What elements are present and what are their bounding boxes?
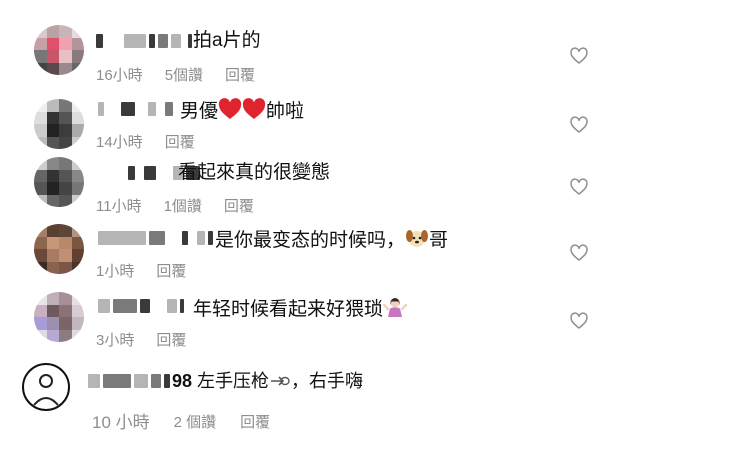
comment-time: 3小時 — [96, 332, 135, 349]
reply-button[interactable]: 回覆 — [240, 414, 270, 432]
comment-text-part: ，右手嗨 — [291, 371, 364, 391]
like-heart-icon[interactable] — [569, 46, 589, 66]
comment-text: 98 左手压枪 ，右手嗨 — [172, 370, 363, 395]
avatar[interactable] — [34, 224, 84, 274]
reply-button[interactable]: 回覆 — [156, 332, 186, 350]
like-count-button[interactable]: 5個讚 — [165, 67, 203, 85]
comment-text-part: 哥 — [429, 230, 449, 251]
comment-text-part: 男優 — [180, 101, 219, 122]
username-redacted[interactable] — [98, 228, 213, 248]
comment-text-part: 帥啦 — [266, 101, 305, 122]
comment-meta: 1小時 回覆 — [96, 263, 186, 281]
username-redacted[interactable] — [96, 31, 192, 51]
username-redacted[interactable] — [98, 296, 184, 316]
comment-item: 是你最变态的时候吗， 哥 1小時 回覆 — [0, 218, 744, 284]
comment-time: 10 小時 — [92, 413, 150, 432]
comment-text-part: 年轻时候看起来好猥琐 — [193, 299, 384, 320]
comment-time: 16小時 — [96, 67, 143, 84]
comment-time: 1小時 — [96, 263, 135, 280]
comment-meta: 3小時 回覆 — [96, 332, 186, 350]
avatar[interactable] — [34, 157, 84, 207]
reply-button[interactable]: 回覆 — [165, 134, 195, 152]
comment-text: 年轻时候看起来好猥琐 — [193, 296, 408, 324]
avatar[interactable] — [22, 363, 70, 411]
comment-item: 拍a片的 16小時 5個讚 回覆 — [0, 22, 744, 92]
like-heart-icon[interactable] — [569, 243, 589, 263]
like-count-button[interactable]: 2 個讚 — [174, 414, 217, 432]
dog-face-icon — [405, 227, 429, 255]
comment-username-tail: 98 — [172, 371, 193, 391]
reply-button[interactable]: 回覆 — [156, 263, 186, 281]
woman-shrugging-icon — [382, 296, 408, 324]
comment-text: 拍a片的 — [193, 30, 261, 51]
pointing-hand-icon — [269, 372, 291, 395]
comment-time: 11小時 — [96, 198, 142, 215]
like-heart-icon[interactable] — [569, 177, 589, 197]
comment-text-part: 是你最变态的时候吗， — [215, 230, 406, 251]
red-heart-icon — [218, 98, 242, 126]
comment-text-part: 左手压枪 — [197, 371, 270, 391]
username-redacted[interactable] — [98, 99, 173, 119]
comment-item: 男優 帥啦 14小時 回覆 — [0, 92, 744, 152]
like-count-button[interactable]: 1個讚 — [164, 198, 202, 216]
reply-button[interactable]: 回覆 — [224, 198, 254, 216]
comment-text: 是你最变态的时候吗， 哥 — [215, 227, 448, 255]
avatar[interactable] — [34, 99, 84, 149]
username-redacted[interactable] — [88, 371, 170, 391]
avatar[interactable] — [34, 25, 84, 75]
reply-button[interactable]: 回覆 — [225, 67, 255, 85]
comment-meta: 10 小時 2 個讚 回覆 — [92, 414, 270, 432]
like-heart-icon[interactable] — [569, 115, 589, 135]
comment-item: 98 左手压枪 ，右手嗨 10 小時 2 個讚 回覆 — [0, 356, 744, 436]
comment-time: 14小時 — [96, 134, 143, 151]
comment-meta: 14小時 回覆 — [96, 134, 195, 152]
red-heart-icon — [242, 98, 266, 126]
avatar[interactable] — [34, 292, 84, 342]
comment-item: 看起來真的很變態 11小時 1個讚 回覆 — [0, 152, 744, 218]
comment-meta: 11小時 1個讚 回覆 — [96, 198, 254, 216]
comment-item: 年轻时候看起来好猥琐 3小時 回覆 — [0, 284, 744, 354]
comment-text: 男優 帥啦 — [180, 98, 304, 126]
comment-text: 看起來真的很變態 — [178, 162, 331, 183]
comment-meta: 16小時 5個讚 回覆 — [96, 67, 255, 85]
like-heart-icon[interactable] — [569, 311, 589, 331]
